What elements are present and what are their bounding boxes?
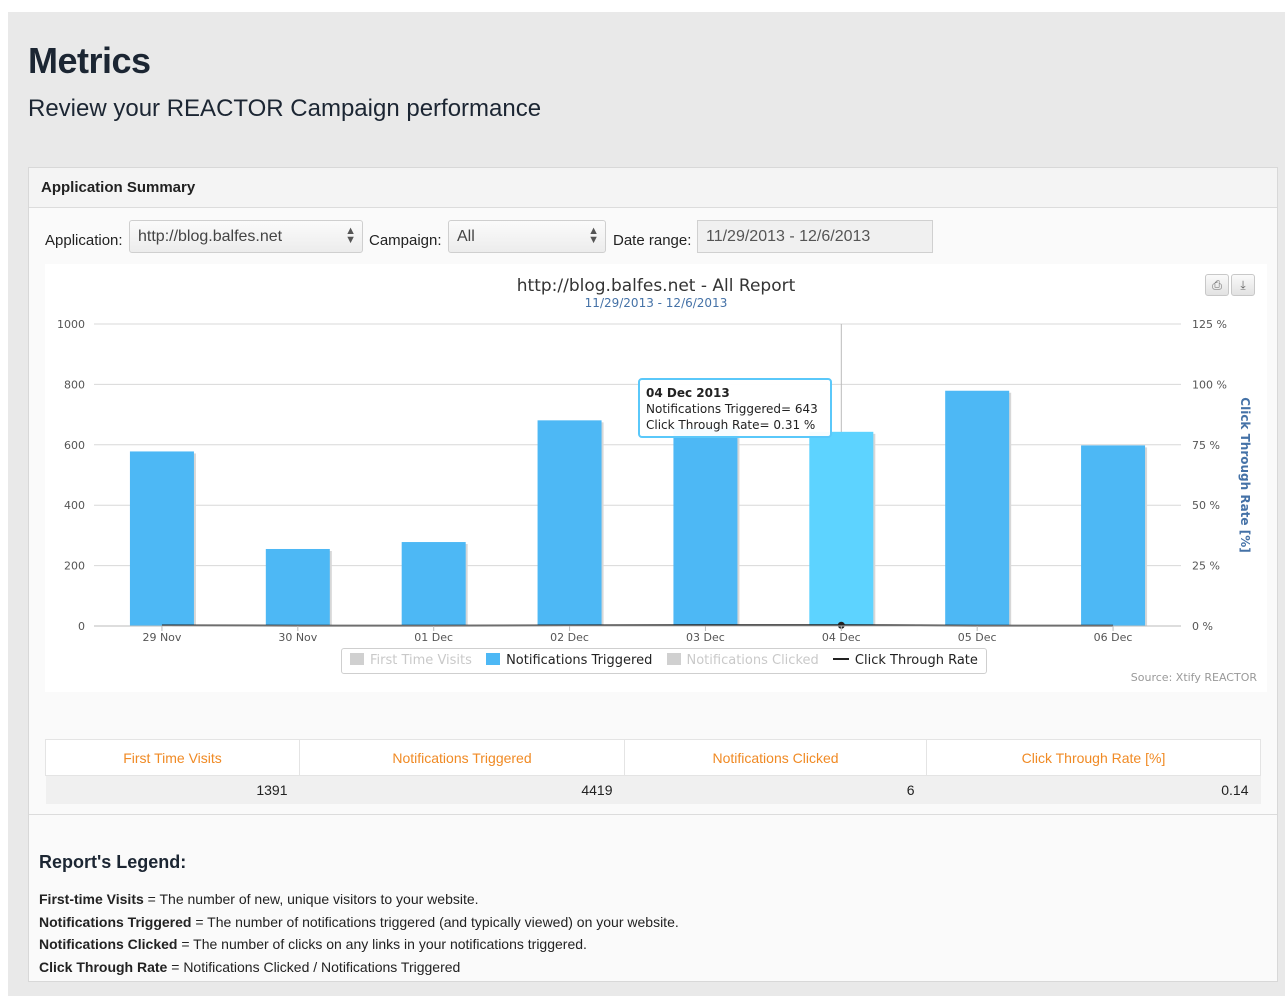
- panel-title: Application Summary: [41, 179, 196, 196]
- download-icon: ⤓: [1240, 278, 1246, 292]
- y-right-tick-label: 75 %: [1192, 439, 1220, 452]
- y-left-tick-label: 200: [64, 560, 85, 573]
- legend-term: Click Through Rate: [39, 958, 168, 975]
- bar-notifications-triggered: [537, 420, 602, 626]
- y-left-tick-label: 1000: [57, 318, 85, 331]
- y-right-tick-label: 100 %: [1192, 378, 1227, 391]
- x-tick-label: 05 Dec: [958, 631, 997, 644]
- print-chart-button[interactable]: ⎙: [1205, 274, 1229, 296]
- bar-notifications-triggered: [673, 427, 738, 626]
- tooltip-ctr: Click Through Rate= 0.31 %: [646, 418, 816, 432]
- stats-header-notifications-clicked: Notifications Clicked: [624, 739, 927, 776]
- legend-swatch: [666, 653, 681, 665]
- stats-header-first-time-visits: First Time Visits: [45, 739, 300, 776]
- stats-value-first-time-visits: 1391: [45, 775, 300, 804]
- chart-buttons: ⎙ ⤓: [1203, 274, 1255, 296]
- chart-canvas: http://blog.balfes.net - All Report11/29…: [57, 276, 1252, 644]
- chart-legend: First Time Visits Notifications Triggere…: [341, 648, 987, 674]
- x-tick-label: 01 Dec: [414, 631, 453, 644]
- legend-term: First-time Visits: [39, 891, 144, 907]
- report-legend: Report's Legend: First-time Visits = The…: [39, 852, 1239, 981]
- page: Metrics Review your REACTOR Campaign per…: [8, 12, 1285, 996]
- application-select[interactable]: http://blog.balfes.net ▲ ▼: [129, 220, 363, 253]
- legend-label: First Time Visits: [370, 653, 472, 668]
- report-legend-title: Report's Legend:: [39, 852, 187, 872]
- legend-item-click-through-rate[interactable]: Click Through Rate: [832, 653, 978, 668]
- y-right-tick-label: 25 %: [1192, 560, 1220, 573]
- y-left-tick-label: 0: [78, 620, 85, 633]
- y-left-tick-label: 400: [64, 499, 85, 512]
- chart-subtitle: 11/29/2013 - 12/6/2013: [585, 296, 728, 310]
- legend-label: Notifications Triggered: [506, 653, 653, 668]
- legend-swatch: [486, 653, 501, 665]
- y-right-tick-label: 125 %: [1192, 318, 1227, 331]
- tooltip-triggered: Notifications Triggered= 643: [646, 402, 818, 416]
- chart-source: Source: Xtify REACTOR: [1130, 671, 1257, 684]
- stats-header-click-through-rate: Click Through Rate [%]: [926, 739, 1261, 776]
- filter-bar: Application: http://blog.balfes.net ▲ ▼ C…: [29, 220, 1277, 254]
- legend-term: Notifications Triggered: [39, 913, 192, 930]
- legend-desc: = Notifications Clicked / Notifications …: [167, 958, 461, 975]
- chart-tooltip: 04 Dec 2013 Notifications Triggered= 643…: [638, 378, 832, 438]
- y-left-tick-label: 800: [64, 378, 85, 391]
- legend-item-notifications-clicked[interactable]: Notifications Clicked: [666, 653, 819, 668]
- printer-icon: ⎙: [1212, 278, 1222, 292]
- stats-value-notifications-triggered: 4419: [299, 775, 625, 804]
- y-right-tick-label: 50 %: [1192, 499, 1220, 512]
- legend-desc: = The number of notifications triggered …: [191, 913, 679, 930]
- legend-label: Click Through Rate: [854, 653, 978, 668]
- stats-table: First Time Visits Notifications Triggere…: [45, 739, 1261, 804]
- bar-notifications-triggered: [809, 431, 874, 626]
- panel-header: Application Summary: [29, 168, 1277, 208]
- bar-notifications-triggered: [129, 451, 194, 626]
- report-chart: http://blog.balfes.net - All Report 11/29…: [45, 264, 1267, 692]
- x-tick-label: 30 Nov: [278, 631, 317, 644]
- bar-notifications-triggered: [945, 390, 1010, 626]
- select-arrows-icon: ▲ ▼: [588, 225, 599, 246]
- x-tick-label: 03 Dec: [686, 631, 725, 644]
- bar-notifications-triggered: [1081, 445, 1146, 626]
- section-divider: [29, 814, 1277, 815]
- legend-desc: = The number of clicks on any links in y…: [177, 936, 587, 952]
- legend-label: Notifications Clicked: [686, 653, 819, 668]
- legend-desc: = The number of new, unique visitors to …: [143, 891, 479, 907]
- application-label: Application:: [45, 232, 123, 249]
- campaign-select-value: All: [457, 228, 475, 245]
- legend-item-notifications-triggered[interactable]: Notifications Triggered: [486, 653, 652, 668]
- report-legend-item: Notifications Clicked = The number of cl…: [39, 936, 1239, 959]
- x-tick-label: 06 Dec: [1094, 631, 1133, 644]
- stats-header-row: First Time Visits Notifications Triggere…: [45, 739, 1261, 776]
- page-subtitle: Review your REACTOR Campaign performance: [28, 95, 542, 122]
- stats-value-row: 1391 4419 6 0.14: [45, 775, 1261, 804]
- report-legend-item: Click Through Rate = Notifications Click…: [39, 959, 1239, 982]
- x-tick-label: 29 Nov: [142, 631, 181, 644]
- download-chart-button[interactable]: ⤓: [1231, 274, 1255, 296]
- legend-term: Notifications Clicked: [39, 936, 178, 952]
- bar-notifications-triggered: [265, 548, 330, 626]
- tooltip-date: 04 Dec 2013: [646, 386, 730, 400]
- y-right-axis-label: Click Through Rate [%]: [1238, 397, 1252, 552]
- select-arrows-icon: ▲ ▼: [345, 225, 356, 246]
- chart-title: http://blog.balfes.net - All Report: [517, 276, 796, 296]
- campaign-label: Campaign:: [369, 232, 442, 249]
- y-left-tick-label: 600: [64, 439, 85, 452]
- campaign-select[interactable]: All ▲ ▼: [448, 220, 606, 253]
- y-right-tick-label: 0 %: [1192, 620, 1213, 633]
- stats-value-notifications-clicked: 6: [624, 775, 927, 804]
- application-summary-panel: Application Summary Application: http://…: [28, 167, 1278, 982]
- report-legend-item: First-time Visits = The number of new, u…: [39, 891, 1239, 914]
- stats-header-notifications-triggered: Notifications Triggered: [299, 739, 625, 776]
- report-legend-item: Notifications Triggered = The number of …: [39, 914, 1239, 937]
- application-select-value: http://blog.balfes.net: [138, 228, 283, 245]
- date-range-label: Date range:: [613, 232, 692, 249]
- x-tick-label: 02 Dec: [550, 631, 589, 644]
- legend-swatch: [350, 653, 364, 665]
- legend-line-swatch: [832, 658, 849, 660]
- stats-value-click-through-rate: 0.14: [926, 775, 1261, 804]
- bar-notifications-triggered: [401, 542, 466, 626]
- page-title: Metrics: [28, 40, 151, 81]
- x-tick-label: 04 Dec: [822, 631, 861, 644]
- legend-item-first-time-visits[interactable]: First Time Visits: [350, 653, 472, 668]
- date-range-input[interactable]: 11/29/2013 - 12/6/2013: [697, 220, 933, 253]
